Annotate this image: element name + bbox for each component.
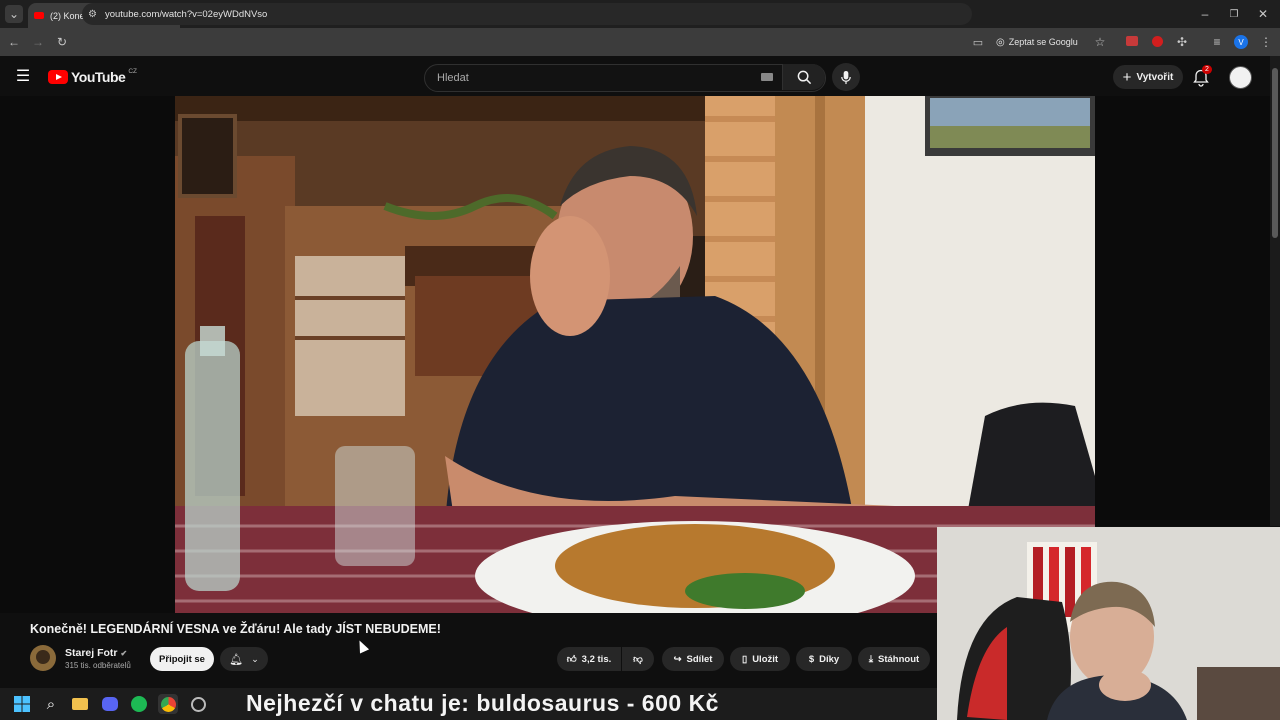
scrollbar-thumb[interactable]	[1272, 68, 1278, 238]
webcam-frame	[937, 527, 1280, 720]
share-label: Sdílet	[686, 653, 713, 665]
notifications-button[interactable]: 2	[1192, 65, 1212, 87]
reload-icon[interactable]: ↻	[53, 33, 71, 51]
app-icon[interactable]	[188, 694, 208, 714]
search-input[interactable]	[435, 68, 759, 88]
chrome-icon[interactable]	[158, 694, 178, 714]
ask-google-label: Zeptat se Googlu	[1008, 37, 1078, 47]
restore-icon[interactable]: ❐	[1225, 5, 1243, 23]
verified-icon: ✔	[120, 649, 128, 658]
theater-left-margin	[0, 96, 175, 613]
download-button[interactable]: ⤓ Stáhnout	[858, 647, 930, 671]
channel-name[interactable]: Starej Fotr ✔	[65, 647, 127, 659]
ask-google-button[interactable]: ◎ Zeptat se Googlu	[996, 34, 1078, 50]
download-icon: ⤓	[868, 653, 874, 665]
extension-red-icon[interactable]	[1126, 36, 1138, 46]
microphone-icon	[841, 70, 851, 84]
discord-icon[interactable]	[100, 694, 120, 714]
thumbs-up-icon: 👍︎	[566, 654, 577, 665]
bookmark-star-icon[interactable]: ☆	[1091, 33, 1109, 51]
create-label: Vytvořit	[1136, 71, 1174, 83]
mouse-cursor	[354, 638, 370, 654]
theater-right-margin	[1095, 96, 1270, 526]
thumbs-down-icon: 👎︎	[633, 654, 643, 665]
address-bar-row	[0, 28, 1280, 56]
windows-logo-icon	[14, 696, 30, 712]
voice-search-button[interactable]	[832, 63, 860, 91]
search-icon	[797, 70, 811, 84]
stream-ticker: Nejhezčí v chatu je: buldosaurus - 600 K…	[246, 689, 719, 716]
video-title: Konečně! LEGENDÁRNÍ VESNA ve Žďáru! Ale …	[30, 622, 441, 636]
like-count: 3,2 tis.	[581, 653, 612, 665]
url-text: youtube.com/watch?v=02eyWDdNVso	[104, 8, 268, 20]
create-button[interactable]: + Vytvořit	[1113, 65, 1183, 89]
url-field[interactable]: ⚙ youtube.com/watch?v=02eyWDdNVso	[82, 3, 972, 25]
minimize-icon[interactable]: –	[1196, 5, 1214, 23]
streamer-webcam	[937, 527, 1280, 720]
join-button[interactable]: Připojit se	[150, 647, 214, 671]
thanks-label: Díky	[819, 653, 840, 665]
channel-name-text: Starej Fotr	[65, 647, 118, 659]
thanks-button[interactable]: $ Díky	[796, 647, 852, 671]
windows-start-icon[interactable]	[12, 694, 32, 714]
extension-circle-icon[interactable]	[1152, 36, 1163, 47]
dislike-button[interactable]: 👎︎	[622, 647, 654, 671]
search-button[interactable]	[782, 64, 825, 90]
site-info-icon[interactable]: ⚙	[88, 9, 97, 20]
back-icon[interactable]: ←	[5, 33, 23, 51]
thanks-dollar-icon: $	[808, 653, 815, 665]
taskbar-search-icon[interactable]: ⌕	[41, 694, 61, 714]
account-avatar[interactable]	[1229, 66, 1252, 89]
channel-avatar[interactable]	[30, 645, 56, 671]
region-code: CZ	[128, 67, 137, 75]
file-explorer-icon[interactable]	[70, 694, 90, 714]
hamburger-menu-icon[interactable]: ☰	[14, 67, 32, 85]
save-label: Uložit	[752, 653, 779, 665]
subscriber-count: 315 tis. odběratelů	[65, 661, 131, 670]
youtube-favicon-icon	[34, 12, 44, 19]
tab-search-icon[interactable]: ⌄	[5, 5, 23, 23]
browser-menu-icon[interactable]: ⋮	[1257, 33, 1275, 51]
media-controls-icon[interactable]: ≡	[1208, 33, 1226, 51]
forward-icon[interactable]: →	[29, 33, 47, 51]
lens-icon: ◎	[996, 36, 1005, 48]
window-close-icon[interactable]: ✕	[1254, 5, 1272, 23]
like-button[interactable]: 👍︎ 3,2 tis.	[557, 647, 621, 671]
plus-icon: +	[1122, 68, 1132, 86]
spotify-icon[interactable]	[129, 694, 149, 714]
share-button[interactable]: ↪ Sdílet	[662, 647, 724, 671]
bookmark-icon: ▯	[741, 653, 748, 665]
subscribe-bell-icon: 🔔︎	[229, 653, 244, 666]
youtube-logo-text: YouTube	[71, 69, 126, 85]
profile-avatar[interactable]: V	[1234, 35, 1248, 49]
youtube-play-logo-icon	[48, 70, 68, 84]
share-icon: ↪	[673, 653, 682, 665]
youtube-logo[interactable]: YouTube CZ	[48, 67, 137, 85]
search-box[interactable]	[424, 64, 826, 92]
extensions-puzzle-icon[interactable]: ✣	[1173, 33, 1191, 51]
keyboard-icon[interactable]	[761, 73, 773, 81]
notification-settings-button[interactable]: 🔔︎ ⌄	[220, 647, 268, 671]
cast-icon[interactable]: ▭	[969, 33, 987, 51]
save-button[interactable]: ▯ Uložit	[730, 647, 790, 671]
download-label: Stáhnout	[878, 653, 920, 665]
chevron-down-icon: ⌄	[251, 653, 259, 664]
notification-badge: 2	[1202, 65, 1212, 74]
